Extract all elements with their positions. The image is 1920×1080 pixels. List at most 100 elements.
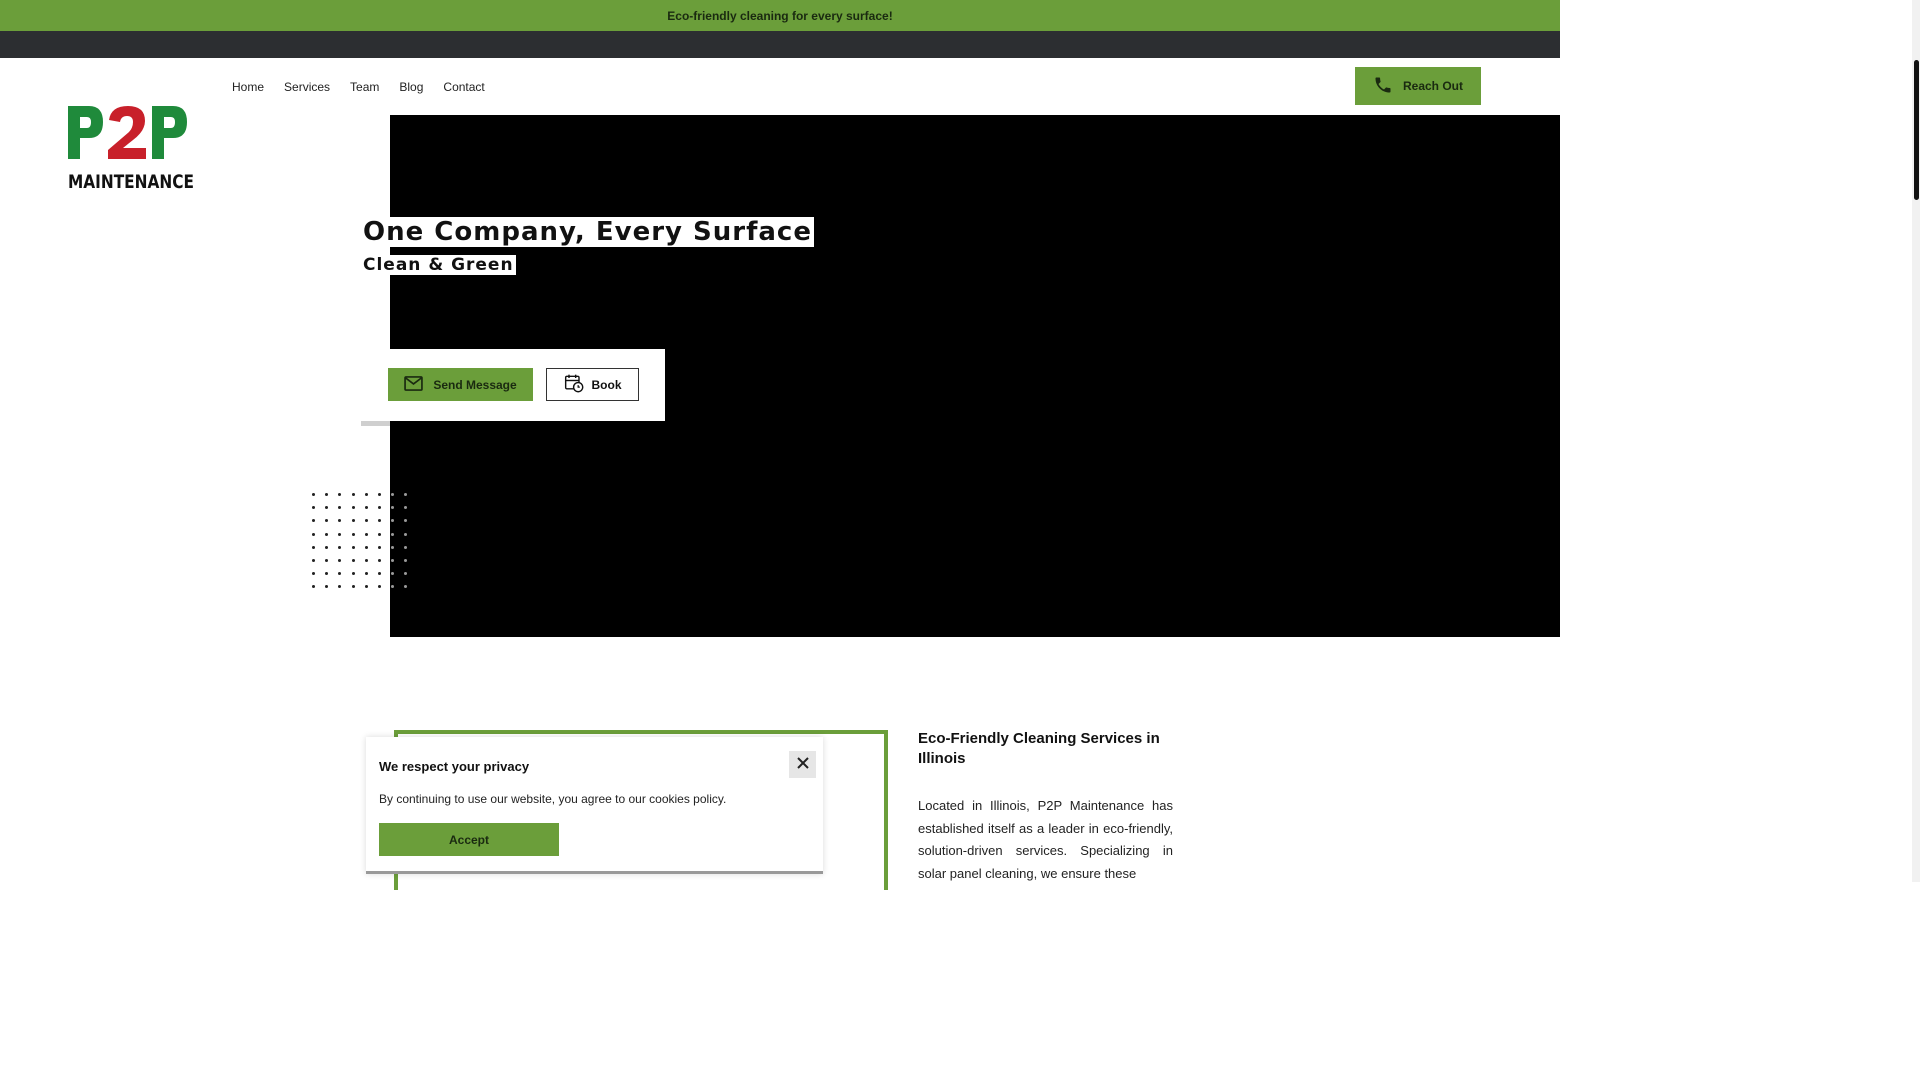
privacy-banner: We respect your privacy By continuing to… xyxy=(366,737,823,874)
nav-services[interactable]: Services xyxy=(274,76,340,98)
calendar-clock-icon xyxy=(564,373,584,396)
nav-team[interactable]: Team xyxy=(340,76,389,98)
book-button[interactable]: Book xyxy=(546,368,639,401)
decorative-dot xyxy=(325,532,329,536)
decorative-dot xyxy=(325,559,329,562)
nav-home[interactable]: Home xyxy=(222,76,274,98)
decorative-dot xyxy=(391,585,395,589)
decorative-dot xyxy=(404,506,408,510)
decorative-dot xyxy=(338,545,342,549)
hero-title: One Company, Every Surface xyxy=(361,217,814,247)
decorative-dot xyxy=(364,519,368,523)
decorative-dot xyxy=(378,545,381,549)
decorative-dot xyxy=(364,506,368,510)
decorative-dot xyxy=(325,519,329,523)
decorative-dot xyxy=(378,506,381,510)
decorative-dot xyxy=(391,559,395,562)
about-title: Eco-Friendly Cleaning Services in Illino… xyxy=(918,730,1160,767)
decorative-dot xyxy=(325,493,329,496)
decorative-dot-grid xyxy=(312,493,412,593)
decorative-dot xyxy=(364,493,368,496)
about-text: Located in Illinois, P2P Maintenance has… xyxy=(918,798,1173,881)
decorative-dot xyxy=(364,532,368,536)
logo[interactable]: MAINTENANCE xyxy=(67,104,195,193)
decorative-dot xyxy=(404,493,408,496)
nav-blog[interactable]: Blog xyxy=(389,76,433,98)
decorative-dot xyxy=(378,519,381,523)
phone-icon xyxy=(1373,75,1393,98)
decorative-dot xyxy=(338,572,342,576)
decorative-dot xyxy=(338,519,342,523)
decorative-dot xyxy=(325,585,329,589)
decorative-dot xyxy=(351,559,355,562)
announcement-bar: Eco-friendly cleaning for every surface! xyxy=(0,0,1560,31)
decorative-dot xyxy=(312,585,315,589)
decorative-dot xyxy=(351,545,355,549)
decorative-dot xyxy=(404,545,408,549)
decorative-dot xyxy=(391,572,395,576)
decorative-dot xyxy=(338,506,342,510)
decorative-dot xyxy=(364,545,368,549)
reach-out-label: Reach Out xyxy=(1402,79,1463,93)
decorative-dot xyxy=(378,559,381,562)
decorative-dot xyxy=(391,532,395,536)
send-message-button[interactable]: Send Message xyxy=(388,368,533,401)
decorative-dot xyxy=(312,545,315,549)
decorative-dot xyxy=(404,519,408,523)
top-dark-strip xyxy=(0,31,1560,58)
decorative-dot xyxy=(338,585,342,589)
decorative-dot xyxy=(404,572,408,576)
decorative-dot xyxy=(351,572,355,576)
scrollbar-thumb[interactable] xyxy=(1914,60,1919,200)
decorative-dot xyxy=(312,506,315,510)
decorative-dot xyxy=(351,493,355,496)
decorative-dot xyxy=(378,572,381,576)
decorative-dot xyxy=(391,519,395,523)
about-section: Eco-Friendly Cleaning Services in Illino… xyxy=(918,729,1173,885)
decorative-dot xyxy=(364,585,368,589)
decorative-dot xyxy=(312,519,315,523)
announcement-text: Eco-friendly cleaning for every surface! xyxy=(667,8,893,23)
decorative-dot xyxy=(351,532,355,536)
decorative-dot xyxy=(338,532,342,536)
decorative-dot xyxy=(364,572,368,576)
decorative-dot xyxy=(338,559,342,562)
book-label: Book xyxy=(591,377,622,392)
decorative-dot xyxy=(312,493,315,496)
decorative-dot xyxy=(404,585,408,589)
decorative-dot xyxy=(325,545,329,549)
decorative-dot xyxy=(391,493,395,496)
decorative-dot xyxy=(391,506,395,510)
decorative-dot xyxy=(404,559,408,562)
privacy-close-button[interactable] xyxy=(789,751,816,778)
decorative-dot xyxy=(325,572,329,576)
close-icon xyxy=(796,756,810,773)
send-message-label: Send Message xyxy=(433,377,517,392)
hero-subtitle: Clean & Green xyxy=(361,255,516,275)
decorative-dot xyxy=(312,532,315,536)
cta-panel-shadow xyxy=(361,421,390,426)
logo-graphic: MAINTENANCE xyxy=(68,106,194,193)
accept-button[interactable]: Accept xyxy=(379,823,559,856)
decorative-dot xyxy=(378,493,381,496)
nav-contact[interactable]: Contact xyxy=(433,76,494,98)
main-nav: Home Services Team Blog Contact xyxy=(222,76,495,98)
privacy-text: By continuing to use our website, you ag… xyxy=(379,792,727,806)
decorative-dot xyxy=(325,506,329,510)
page-scrollbar[interactable] xyxy=(1912,0,1920,882)
decorative-dot xyxy=(351,519,355,523)
decorative-dot xyxy=(312,559,315,562)
decorative-dot xyxy=(312,572,315,576)
decorative-dot xyxy=(378,532,381,536)
decorative-dot xyxy=(351,585,355,589)
decorative-dot xyxy=(364,559,368,562)
reach-out-button[interactable]: Reach Out xyxy=(1355,67,1481,105)
decorative-dot xyxy=(378,585,381,589)
decorative-dot xyxy=(351,506,355,510)
decorative-dot xyxy=(404,532,408,536)
privacy-title: We respect your privacy xyxy=(379,759,530,774)
decorative-dot xyxy=(391,545,395,549)
decorative-dot xyxy=(338,493,342,496)
mail-icon xyxy=(404,375,424,394)
logo-text: MAINTENANCE xyxy=(68,171,194,192)
